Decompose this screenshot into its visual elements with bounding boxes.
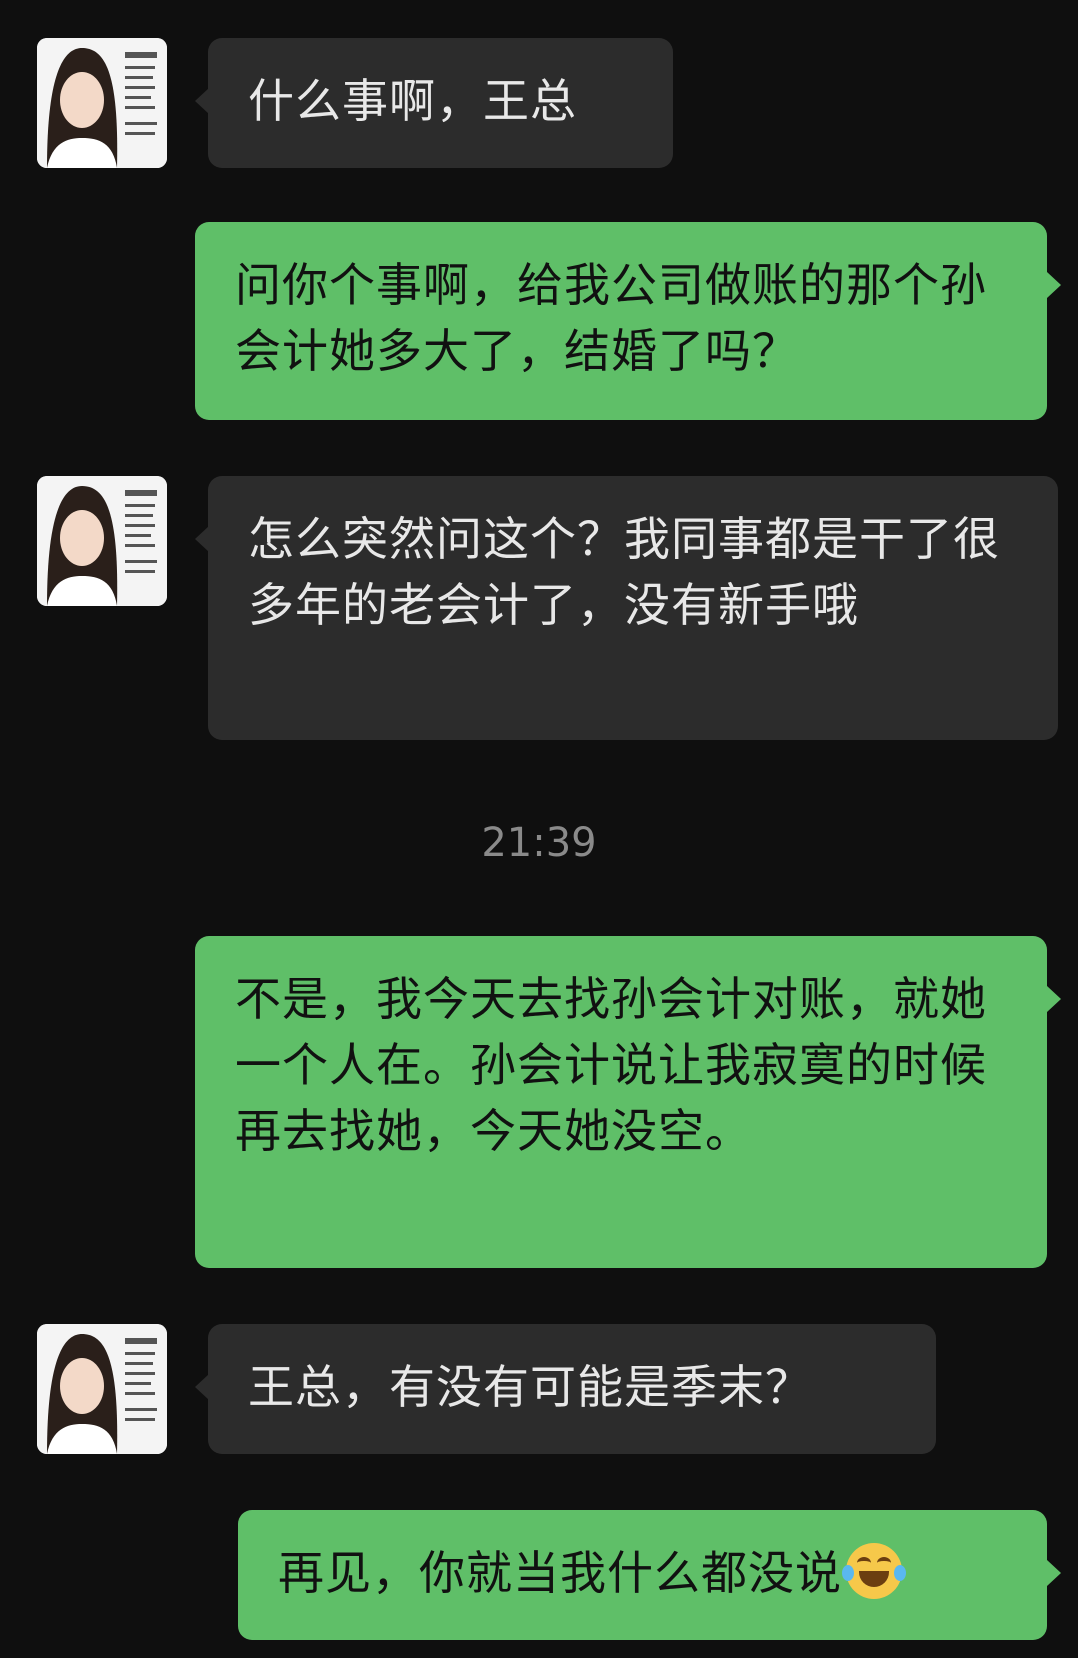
message-text: 不是，我今天去找孙会计对账，就她一个人在。孙会计说让我寂寞的时候再去找她，今天她… xyxy=(235,972,987,1158)
message-text: 王总，有没有可能是季末？ xyxy=(248,1360,812,1414)
contact-avatar[interactable] xyxy=(37,1324,167,1454)
outgoing-message[interactable]: 不是，我今天去找孙会计对账，就她一个人在。孙会计说让我寂寞的时候再去找她，今天她… xyxy=(195,936,1061,1268)
outgoing-message[interactable]: 再见，你就当我什么都没说 xyxy=(238,1510,1061,1640)
incoming-message[interactable]: 王总，有没有可能是季末？ xyxy=(195,1324,936,1454)
message-text: 什么事啊，王总 xyxy=(248,74,577,128)
incoming-message[interactable]: 什么事啊，王总 xyxy=(195,38,673,168)
contact-avatar[interactable] xyxy=(37,476,167,606)
message-text: 问你个事啊，给我公司做账的那个孙会计她多大了，结婚了吗？ xyxy=(235,258,987,378)
contact-avatar[interactable] xyxy=(37,38,167,168)
incoming-message[interactable]: 怎么突然问这个？我同事都是干了很多年的老会计了，没有新手哦 xyxy=(195,476,1058,740)
timestamp: 21:39 xyxy=(481,820,597,866)
message-text: 再见，你就当我什么都没说 xyxy=(278,1546,842,1600)
laughing-crying-emoji-icon xyxy=(842,1543,906,1599)
message-text: 怎么突然问这个？我同事都是干了很多年的老会计了，没有新手哦 xyxy=(248,512,1000,632)
outgoing-message[interactable]: 问你个事啊，给我公司做账的那个孙会计她多大了，结婚了吗？ xyxy=(195,222,1061,420)
